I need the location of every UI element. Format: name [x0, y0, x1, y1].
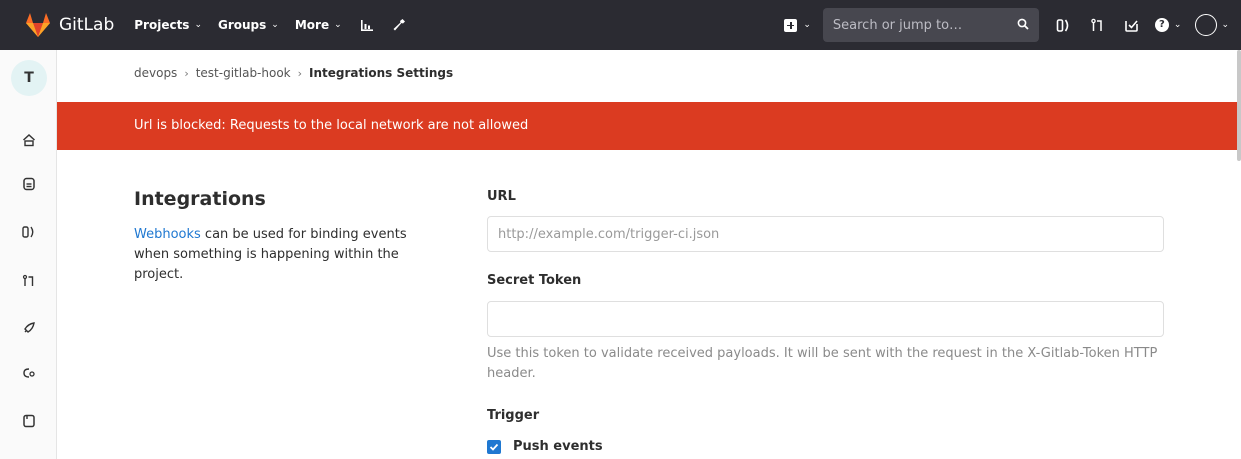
error-alert: Url is blocked: Requests to the local ne…: [57, 102, 1241, 150]
gitlab-home-link[interactable]: GitLab: [24, 12, 114, 38]
chevron-down-icon: ⌄: [334, 20, 342, 30]
push-events-option[interactable]: Push events: [487, 439, 603, 454]
nav-more-label: More: [294, 18, 330, 32]
secret-token-field[interactable]: [487, 301, 1164, 337]
nav-groups[interactable]: Groups ⌄: [218, 18, 279, 32]
avatar: [1195, 14, 1218, 36]
settings-description: Webhooks can be used for binding events …: [134, 225, 434, 285]
project-avatar[interactable]: T: [11, 60, 47, 96]
webhooks-link[interactable]: Webhooks: [134, 227, 201, 242]
secret-token-label: Secret Token: [487, 273, 582, 288]
chevron-right-icon: ›: [184, 66, 189, 80]
snippets-icon[interactable]: [20, 412, 38, 430]
new-item-dropdown[interactable]: ⌄: [784, 18, 811, 32]
chevron-down-icon: ⌄: [271, 20, 279, 30]
chevron-down-icon: ⌄: [1221, 20, 1229, 30]
chevron-down-icon: ⌄: [803, 20, 811, 30]
nav-projects[interactable]: Projects ⌄: [134, 18, 202, 32]
nav-right: ⌄ ? ⌄ ⌄: [784, 0, 1229, 50]
breadcrumb: devops › test-gitlab-hook › Integrations…: [134, 66, 453, 80]
secret-token-help: Use this token to validate received payl…: [487, 346, 1158, 381]
trigger-label: Trigger: [487, 408, 540, 423]
search-input[interactable]: [832, 17, 1003, 33]
scrollbar-thumb[interactable]: [1237, 50, 1241, 161]
issues-board-icon[interactable]: [1053, 14, 1075, 36]
breadcrumb-project[interactable]: test-gitlab-hook: [196, 66, 291, 80]
search-icon: [1017, 18, 1029, 33]
home-icon[interactable]: [20, 131, 38, 149]
breadcrumb-current[interactable]: Integrations Settings: [309, 66, 453, 80]
main-menu: Projects ⌄ Groups ⌄ More ⌄: [134, 16, 421, 34]
page-title: Integrations: [134, 188, 266, 210]
rocket-icon[interactable]: [20, 319, 38, 337]
gitlab-logo-icon: [26, 13, 50, 37]
nav-projects-label: Projects: [134, 18, 190, 32]
secret-token-input[interactable]: [498, 302, 1153, 336]
merge-request-icon[interactable]: [20, 272, 38, 290]
issues-icon[interactable]: [20, 175, 38, 193]
url-label: URL: [487, 189, 516, 204]
operations-icon[interactable]: [20, 364, 38, 382]
help-dropdown[interactable]: ? ⌄: [1154, 18, 1182, 32]
nav-groups-label: Groups: [218, 18, 267, 32]
url-input[interactable]: [498, 217, 1153, 251]
merge-requests-icon[interactable]: [1087, 14, 1109, 36]
chevron-down-icon: ⌄: [1173, 20, 1182, 30]
nav-more[interactable]: More ⌄: [295, 18, 342, 32]
chevron-down-icon: ⌄: [194, 20, 202, 30]
url-field[interactable]: [487, 216, 1164, 252]
error-alert-message: Url is blocked: Requests to the local ne…: [134, 118, 529, 133]
admin-wrench-icon[interactable]: [390, 16, 408, 34]
top-navbar: GitLab Projects ⌄ Groups ⌄ More ⌄ ⌄ Sear…: [0, 0, 1241, 50]
project-sidebar: T: [0, 50, 57, 459]
user-menu-dropdown[interactable]: ⌄: [1195, 14, 1229, 36]
search-box[interactable]: [822, 8, 1039, 42]
plus-square-icon: [784, 18, 798, 32]
brand-name: GitLab: [59, 15, 115, 35]
push-events-label: Push events: [513, 439, 603, 454]
chevron-right-icon: ›: [297, 66, 303, 80]
checkmark-icon: [489, 443, 499, 451]
breadcrumb-group[interactable]: devops: [134, 66, 177, 80]
activity-chart-icon[interactable]: [358, 16, 376, 34]
push-events-checkbox[interactable]: [487, 439, 501, 454]
merge-requests-board-icon[interactable]: [20, 223, 38, 241]
todos-icon[interactable]: [1121, 14, 1143, 36]
help-icon: ?: [1154, 18, 1169, 32]
